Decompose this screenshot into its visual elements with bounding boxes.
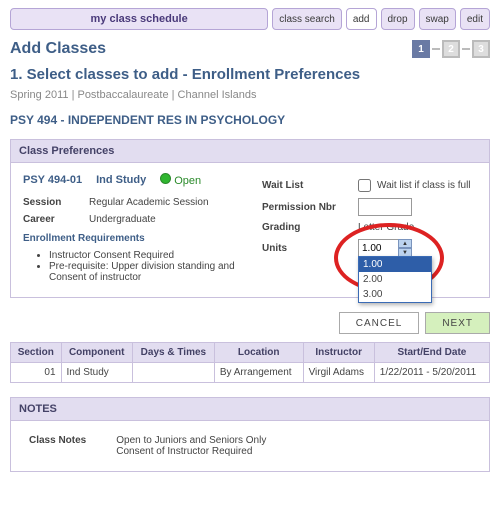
step-1: 1 xyxy=(412,40,430,58)
class-code: PSY 494-01 xyxy=(23,174,82,186)
career-label: Career xyxy=(23,214,89,225)
waitlist-text: Wait list if class is full xyxy=(377,180,471,191)
notes-head: NOTES xyxy=(10,397,490,421)
class-notes-line: Consent of Instructor Required xyxy=(116,446,266,457)
table-row: 01 Ind Study By Arrangement Virgil Adams… xyxy=(11,363,490,383)
session-value: Regular Academic Session xyxy=(89,197,209,208)
nav-edit[interactable]: edit xyxy=(460,8,490,30)
nav-my-schedule[interactable]: my class schedule xyxy=(10,8,268,30)
next-button[interactable]: NEXT xyxy=(425,312,490,334)
status-open-label: Open xyxy=(174,175,201,187)
session-label: Session xyxy=(23,197,89,208)
col-start-end: Start/End Date xyxy=(374,343,489,363)
requirement-item: Pre-requisite: Upper division standing a… xyxy=(49,261,238,283)
step-indicator: 1 2 3 xyxy=(412,40,490,58)
class-sections-table: Section Component Days & Times Location … xyxy=(10,342,490,383)
units-option[interactable]: 1.00 xyxy=(359,257,431,272)
notes-panel: Class Notes Open to Juniors and Seniors … xyxy=(10,421,490,472)
prefs-left: PSY 494-01 Ind Study Open SessionRegular… xyxy=(23,173,238,283)
permission-nbr-input[interactable] xyxy=(358,198,412,216)
status-open: Open xyxy=(160,173,201,187)
status-open-icon xyxy=(160,173,171,184)
prefs-right: Wait List Wait list if class is full Per… xyxy=(262,173,477,283)
career-value: Undergraduate xyxy=(89,214,156,225)
cell-location: By Arrangement xyxy=(214,363,303,383)
class-notes-line: Open to Juniors and Seniors Only xyxy=(116,435,266,446)
nav-class-search[interactable]: class search xyxy=(272,8,342,30)
term-meta: Spring 2011 | Postbaccalaureate | Channe… xyxy=(10,89,490,101)
enrollment-requirements-head: Enrollment Requirements xyxy=(23,233,238,244)
requirement-item: Instructor Consent Required xyxy=(49,250,238,261)
class-preferences-panel: PSY 494-01 Ind Study Open SessionRegular… xyxy=(10,163,490,298)
col-instructor: Instructor xyxy=(303,343,374,363)
col-location: Location xyxy=(214,343,303,363)
cell-start-end: 1/22/2011 - 5/20/2011 xyxy=(374,363,489,383)
cell-instructor: Virgil Adams xyxy=(303,363,374,383)
course-title: PSY 494 - INDEPENDENT RES IN PSYCHOLOGY xyxy=(10,113,490,127)
waitlist-checkbox[interactable] xyxy=(358,179,371,192)
step-2: 2 xyxy=(442,40,460,58)
units-option[interactable]: 3.00 xyxy=(359,287,431,302)
grading-label: Grading xyxy=(262,222,358,233)
cell-component: Ind Study xyxy=(61,363,132,383)
class-preferences-head: Class Preferences xyxy=(10,139,490,163)
step-3: 3 xyxy=(472,40,490,58)
units-dropdown[interactable]: 1.00 2.00 3.00 xyxy=(358,256,432,303)
col-days-times: Days & Times xyxy=(132,343,214,363)
nav-swap[interactable]: swap xyxy=(419,8,456,30)
units-option[interactable]: 2.00 xyxy=(359,272,431,287)
col-component: Component xyxy=(61,343,132,363)
class-type: Ind Study xyxy=(96,174,146,186)
subtitle: 1. Select classes to add - Enrollment Pr… xyxy=(10,66,490,83)
grading-value: Letter Grade xyxy=(358,222,414,233)
top-nav: my class schedule class search add drop … xyxy=(10,8,490,30)
step-dash xyxy=(462,48,470,50)
col-section: Section xyxy=(11,343,62,363)
class-notes-label: Class Notes xyxy=(29,435,86,457)
enrollment-requirements-list: Instructor Consent Required Pre-requisit… xyxy=(23,250,238,283)
step-dash xyxy=(432,48,440,50)
waitlist-label: Wait List xyxy=(262,180,358,191)
nav-add[interactable]: add xyxy=(346,8,377,30)
cell-days-times xyxy=(132,363,214,383)
nav-drop[interactable]: drop xyxy=(381,8,415,30)
cancel-button[interactable]: CANCEL xyxy=(339,312,420,334)
units-spinner[interactable]: ▲▼ xyxy=(398,239,412,257)
units-label: Units xyxy=(262,243,358,254)
chevron-up-icon[interactable]: ▲ xyxy=(398,239,412,248)
permission-nbr-label: Permission Nbr xyxy=(262,202,358,213)
cell-section: 01 xyxy=(11,363,62,383)
